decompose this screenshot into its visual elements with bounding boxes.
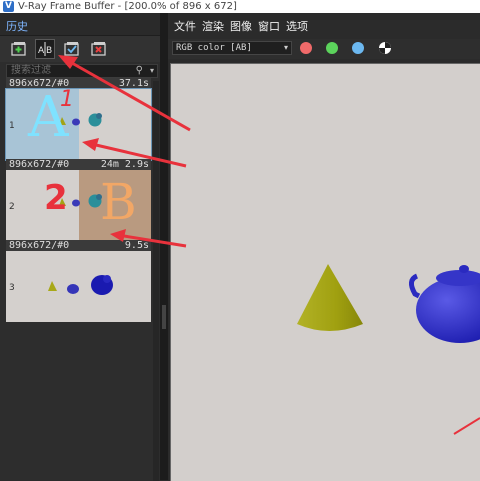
menu-options[interactable]: 选项 [286,18,308,34]
load-from-history-button[interactable] [62,39,82,59]
tab-history[interactable]: 历史 [6,18,28,34]
ab-compare-button[interactable]: A B [35,39,55,59]
viewer-toolbar: RGB color [AB] ▾ [168,39,480,59]
history-item-header: 896x672/#0 24m 2.9s [6,159,151,170]
history-item-resolution: 896x672/#0 [9,78,70,89]
render-viewport[interactable] [170,63,480,481]
panel-splitter[interactable] [160,13,168,480]
annotation-mark-1: 1 [60,89,74,112]
history-toolbar: A B [0,36,160,62]
menu-file[interactable]: 文件 [174,18,196,34]
delete-icon [91,42,106,56]
menu-render[interactable]: 渲染 [202,18,224,34]
history-search-input[interactable]: 搜索过滤 ⚲ ▾ [6,64,158,78]
menu-image[interactable]: 图像 [230,18,252,34]
history-item-header: 896x672/#0 37.1s [6,78,151,89]
vray-logo-icon: V [3,1,14,12]
thumbnail-scene [48,275,113,295]
history-item-1[interactable]: 896x672/#0 37.1s 1 A 1 [5,78,152,161]
history-panel: 历史 A B 搜索过滤 ⚲ ▾ 896x672/#0 37.1s 1 A 1 8… [0,13,160,481]
history-item-resolution: 896x672/#0 [9,240,70,251]
red-channel-button[interactable] [300,42,312,54]
history-item-header: 896x672/#0 9.5s [6,240,151,251]
annotation-letter-b: B [100,173,137,231]
history-item-3[interactable]: 896x672/#0 9.5s 3 [6,240,151,322]
search-placeholder: 搜索过滤 [11,65,51,76]
blue-teapot [409,265,480,343]
search-icon[interactable]: ⚲ [136,65,143,77]
svg-text:A: A [38,46,45,56]
annotation-mark-2: 2 [44,178,68,218]
menu-window[interactable]: 窗口 [258,18,280,34]
menubar: 文件 渲染 图像 窗口 选项 [168,13,480,35]
history-item-thumbnail: 3 [6,251,151,322]
history-item-thumbnail: 1 A 1 [5,88,152,161]
alpha-channel-button[interactable] [379,42,391,54]
history-item-thumbnail: 2 2 B [6,170,151,241]
history-item-resolution: 896x672/#0 [9,159,70,170]
viewer-panel: 文件 渲染 图像 窗口 选项 RGB color [AB] ▾ [168,13,480,481]
history-item-time: 37.1s [118,78,149,89]
splitter-grip[interactable] [162,305,166,329]
save-to-history-button[interactable] [9,39,29,59]
channel-select[interactable]: RGB color [AB] ▾ [172,41,292,55]
rendered-scene [297,264,480,343]
yellow-cone [297,264,363,331]
history-item-time: 24m 2.9s [100,159,149,170]
window-titlebar: V V-Ray Frame Buffer - [200.0% of 896 x … [0,0,480,13]
window-title: V-Ray Frame Buffer - [200.0% of 896 x 67… [18,1,237,12]
history-item-2[interactable]: 896x672/#0 24m 2.9s 2 2 B [6,159,151,241]
history-tabbar: 历史 [0,13,160,36]
load-image-icon [64,42,79,56]
ab-compare-icon: A B [38,42,52,56]
channel-select-value: RGB color [AB] [176,43,252,53]
history-scrollbar[interactable] [153,81,159,481]
remove-from-history-button[interactable] [89,39,109,59]
alpha-icon [379,42,391,54]
blue-channel-button[interactable] [352,42,364,54]
add-to-history-icon [11,42,26,56]
green-channel-button[interactable] [326,42,338,54]
chevron-down-icon[interactable]: ▾ [150,65,154,77]
history-item-time: 9.5s [124,240,149,251]
svg-text:B: B [46,46,52,56]
chevron-down-icon: ▾ [283,43,288,52]
